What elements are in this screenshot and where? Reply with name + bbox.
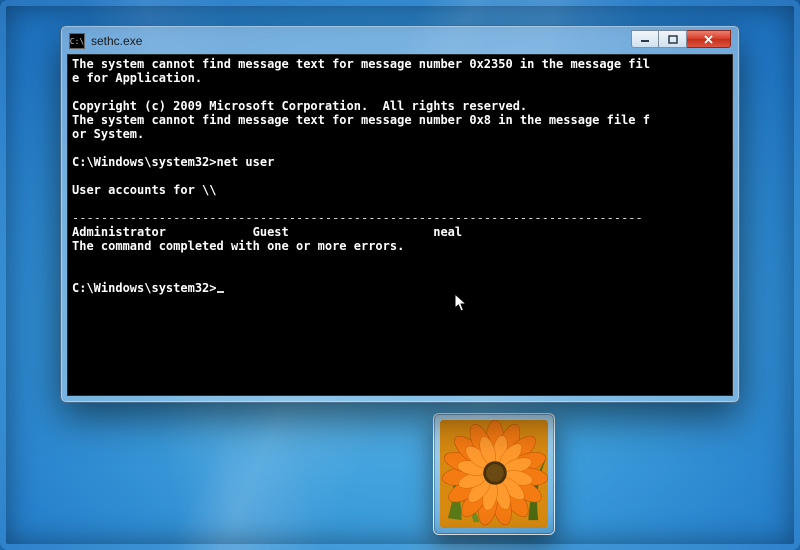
user-avatar-tile[interactable] — [433, 413, 555, 535]
window-title: sethc.exe — [91, 34, 142, 48]
window-controls — [631, 30, 731, 48]
console-users-row: Administrator Guest neal — [72, 225, 462, 239]
console-command: net user — [217, 155, 275, 169]
text-cursor — [217, 291, 224, 293]
console-prompt: C:\Windows\system32> — [72, 281, 217, 295]
console-output[interactable]: The system cannot find message text for … — [67, 54, 733, 396]
console-line: or System. — [72, 127, 144, 141]
console-line: User accounts for \\ — [72, 183, 217, 197]
flower-avatar-icon — [440, 420, 548, 528]
minimize-icon — [640, 35, 650, 43]
minimize-button[interactable] — [631, 30, 659, 48]
console-line: e for Application. — [72, 71, 202, 85]
titlebar-drag-area[interactable] — [142, 32, 631, 50]
close-icon — [703, 35, 714, 44]
maximize-icon — [668, 35, 678, 44]
window-titlebar[interactable]: C:\ sethc.exe — [67, 32, 733, 54]
console-divider: ----------------------------------------… — [72, 211, 643, 225]
maximize-button[interactable] — [659, 30, 687, 48]
cmd-icon: C:\ — [69, 33, 85, 49]
command-prompt-window[interactable]: C:\ sethc.exe The system cannot find mes… — [60, 25, 740, 403]
console-line: The system cannot find message text for … — [72, 57, 650, 71]
console-prompt: C:\Windows\system32> — [72, 155, 217, 169]
close-button[interactable] — [687, 30, 731, 48]
console-line: Copyright (c) 2009 Microsoft Corporation… — [72, 99, 527, 113]
console-line: The command completed with one or more e… — [72, 239, 404, 253]
console-line: The system cannot find message text for … — [72, 113, 650, 127]
